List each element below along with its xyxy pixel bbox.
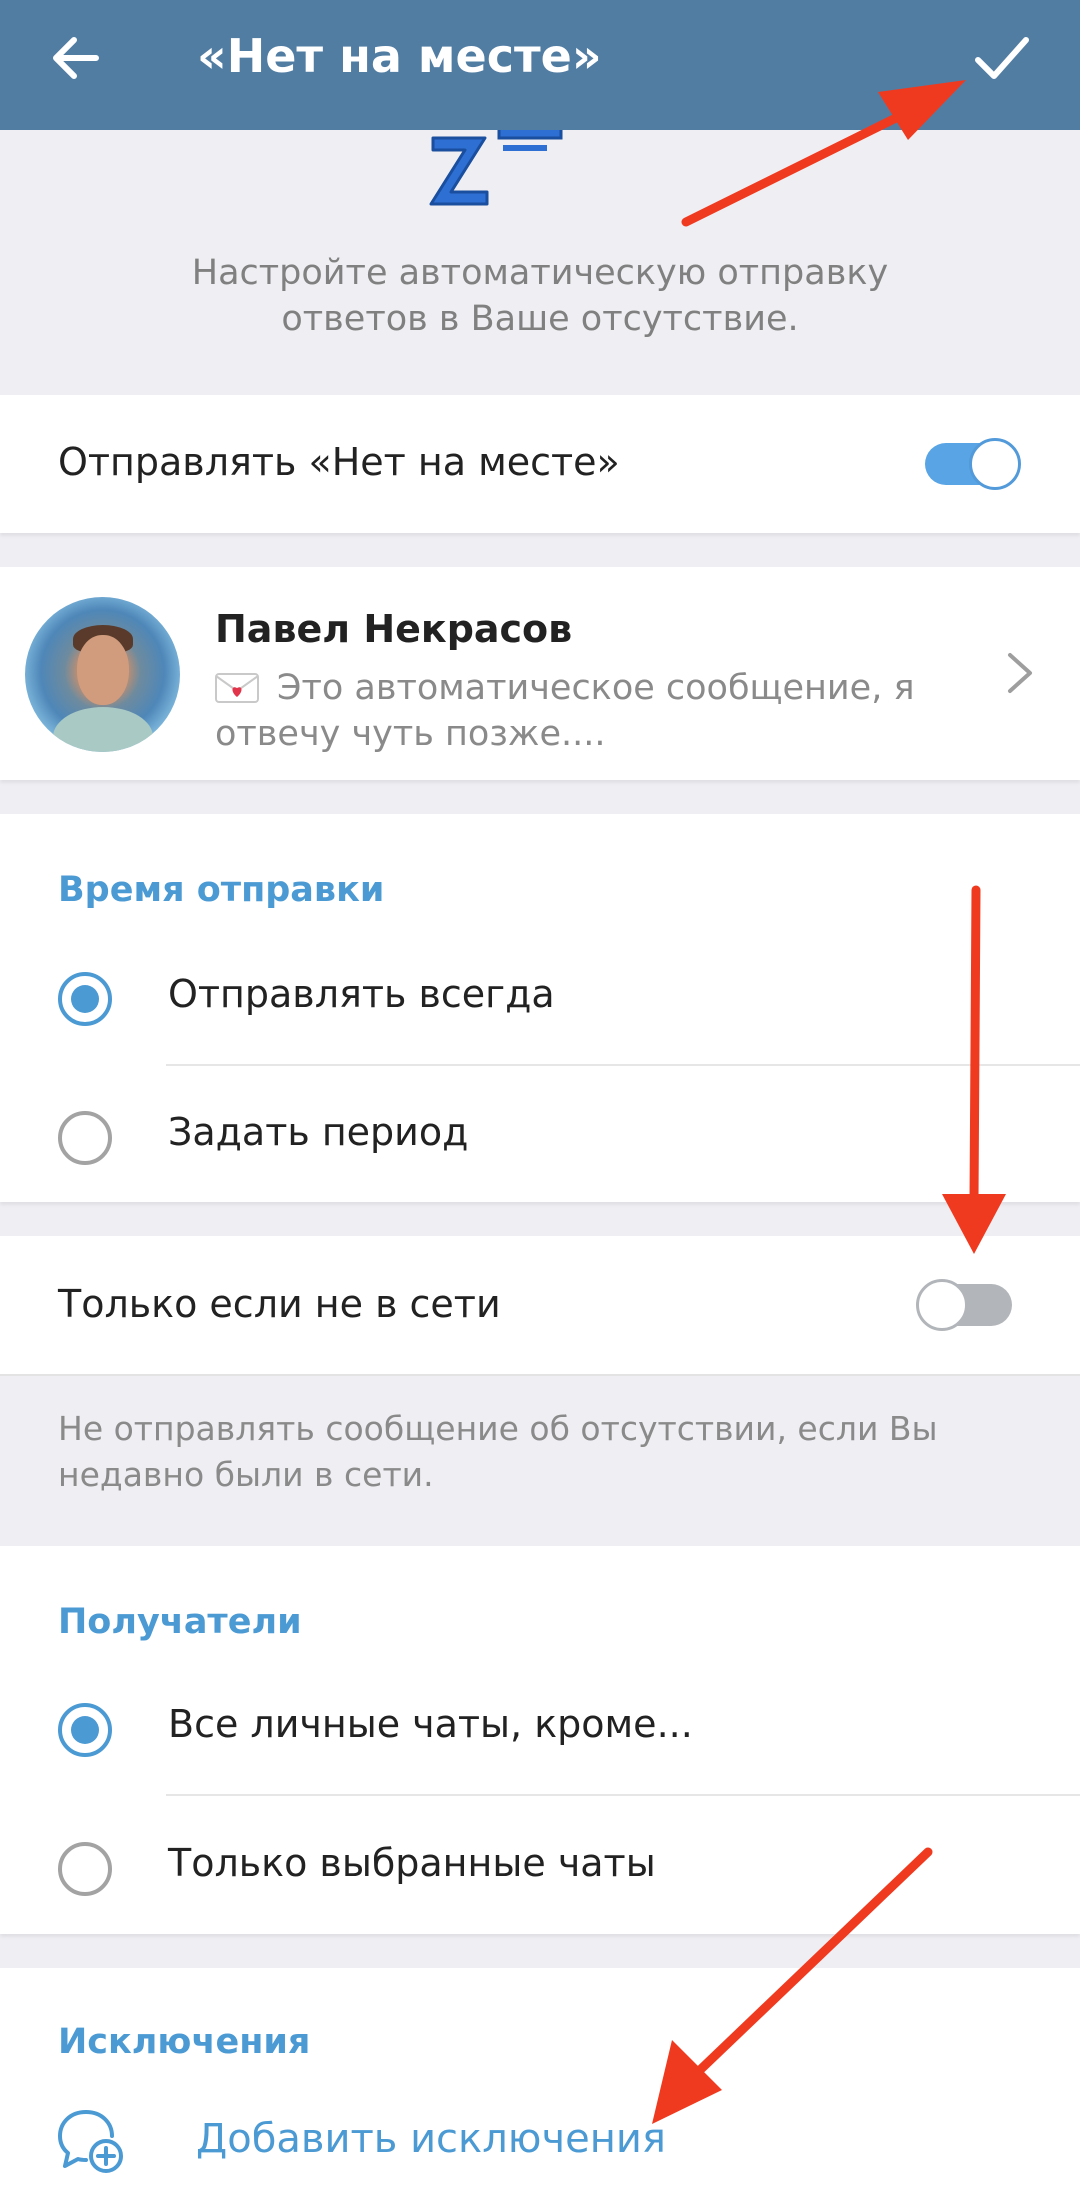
avatar	[25, 597, 180, 752]
schedule-always-label[interactable]: Отправлять всегда	[168, 972, 555, 1016]
recipients-all-radio[interactable]	[58, 1703, 112, 1757]
add-exceptions-link[interactable]: Добавить исключения	[196, 2116, 666, 2162]
exceptions-section: Исключения Добавить исключения	[0, 1968, 1080, 2201]
away-message-row[interactable]: Павел Некрасов Это автоматическое сообще…	[0, 567, 1080, 780]
offline-only-row[interactable]: Только если не в сети	[0, 1236, 1080, 1374]
hero-description: Настройте автоматическую отправку ответо…	[0, 250, 1080, 342]
page-title: «Нет на месте»	[197, 29, 602, 83]
message-preview-text: Это автоматическое сообщение, я отвечу ч…	[215, 668, 915, 754]
offline-only-label: Только если не в сети	[58, 1282, 501, 1326]
enable-away-label: Отправлять «Нет на месте»	[58, 440, 620, 484]
exceptions-heading: Исключения	[58, 2022, 311, 2062]
sender-name: Павел Некрасов	[215, 607, 573, 651]
recipients-selected-radio[interactable]	[58, 1842, 112, 1896]
chevron-right-icon	[1008, 653, 1032, 693]
divider	[166, 1064, 1080, 1066]
hero-section: Настройте автоматическую отправку ответо…	[0, 130, 1080, 395]
schedule-period-label[interactable]: Задать период	[168, 1110, 468, 1154]
recipients-all-label[interactable]: Все личные чаты, кроме...	[168, 1702, 693, 1746]
enable-away-row[interactable]: Отправлять «Нет на месте»	[0, 395, 1080, 533]
back-arrow-icon[interactable]	[46, 28, 106, 88]
recipients-heading: Получатели	[58, 1602, 302, 1642]
schedule-section: Время отправки Отправлять всегда Задать …	[0, 814, 1080, 1202]
offline-only-note: Не отправлять сообщение об отсутствии, е…	[0, 1374, 1080, 1546]
divider	[166, 1794, 1080, 1796]
toggle-knob	[969, 438, 1021, 490]
schedule-always-radio[interactable]	[58, 972, 112, 1026]
avatar-shirt	[53, 707, 153, 752]
message-preview: Это автоматическое сообщение, я отвечу ч…	[215, 665, 975, 757]
love-letter-icon	[215, 673, 259, 703]
enable-away-toggle[interactable]	[925, 438, 1021, 490]
sleeping-zz-icon	[429, 130, 563, 206]
recipients-section: Получатели Все личные чаты, кроме... Тол…	[0, 1546, 1080, 1934]
toggle-knob	[916, 1279, 968, 1331]
add-chat-icon[interactable]	[56, 2106, 126, 2176]
recipients-selected-label[interactable]: Только выбранные чаты	[168, 1841, 656, 1885]
offline-only-note-text: Не отправлять сообщение об отсутствии, е…	[58, 1409, 938, 1494]
checkmark-icon[interactable]	[970, 26, 1034, 90]
app-bar: «Нет на месте»	[0, 0, 1080, 130]
offline-only-toggle[interactable]	[916, 1279, 1012, 1331]
avatar-face	[77, 635, 129, 705]
schedule-heading: Время отправки	[58, 870, 385, 910]
schedule-period-radio[interactable]	[58, 1111, 112, 1165]
hero-description-text: Настройте автоматическую отправку ответо…	[191, 253, 889, 339]
